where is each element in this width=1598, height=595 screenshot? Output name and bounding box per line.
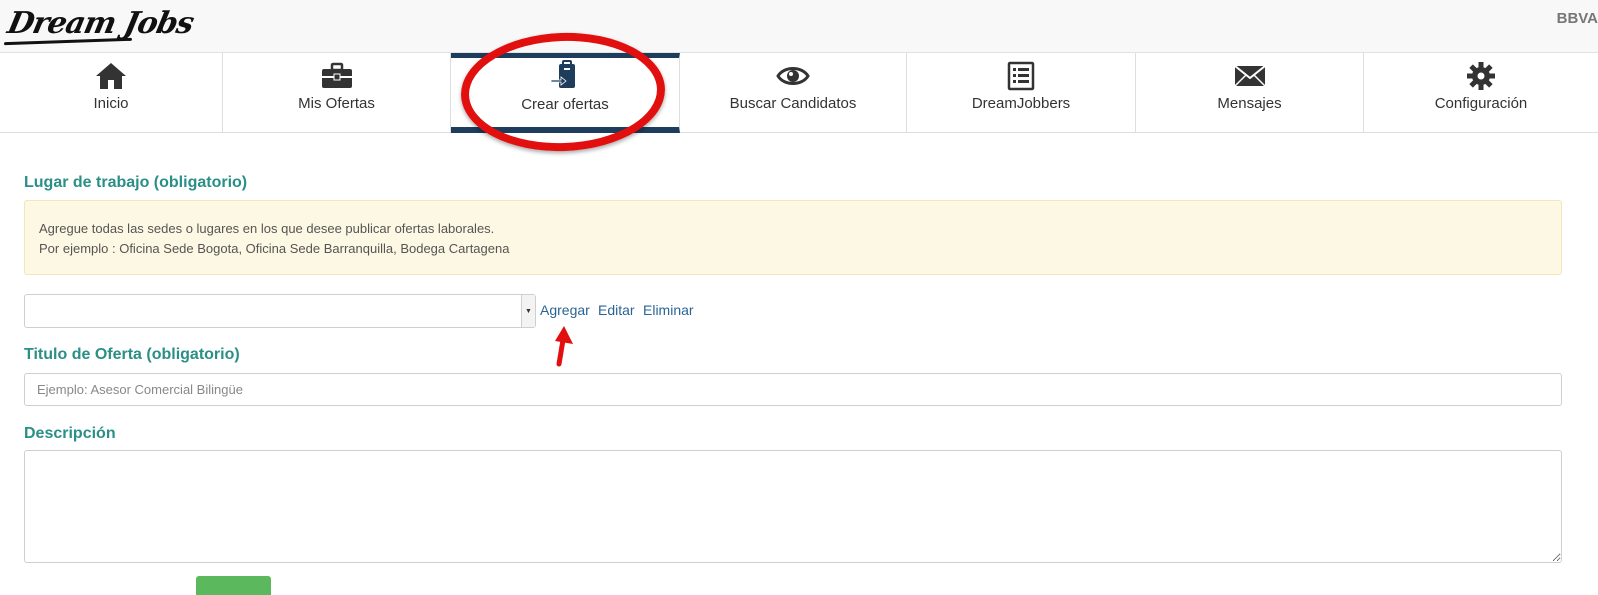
logo[interactable]: Dream Jobs [4,6,196,41]
nav-item-mensajes[interactable]: Mensajes [1136,53,1364,133]
offer-title-heading: Titulo de Oferta (obligatorio) [24,346,240,363]
nav-label: Crear ofertas [521,96,609,113]
main-nav: Inicio Mis Ofertas Crear ofertas Buscar … [0,53,1598,133]
nav-label: Mensajes [1217,95,1282,112]
envelope-icon [1136,61,1363,91]
info-line-2: Por ejemplo : Oficina Sede Bogota, Ofici… [39,241,510,256]
list-icon [907,61,1135,91]
editor-button[interactable] [196,576,271,595]
description-textarea[interactable] [24,450,1562,563]
nav-item-mis-ofertas[interactable]: Mis Ofertas [223,53,451,133]
nav-label: Configuración [1434,95,1528,112]
workplace-select[interactable]: ▼ [24,294,536,328]
home-icon [0,61,222,91]
delete-workplace-link[interactable]: Eliminar [643,302,694,318]
nav-label: Mis Ofertas [298,95,375,112]
offer-title-input[interactable] [24,373,1562,406]
create-offer-icon [451,60,679,91]
workplace-info-alert: Agregue todas las sedes o lugares en los… [24,200,1562,275]
top-bar: Dream Jobs BBVA [0,0,1598,53]
nav-item-dreamjobbers[interactable]: DreamJobbers [907,53,1136,133]
gear-icon [1364,61,1598,91]
nav-item-configuracion[interactable]: Configuración [1364,53,1598,133]
chevron-down-icon[interactable]: ▼ [521,295,535,327]
briefcase-icon [223,61,450,91]
eye-icon [680,61,906,91]
annotation-arrow-icon [555,326,573,367]
nav-label: DreamJobbers [971,95,1071,112]
nav-item-buscar-candidatos[interactable]: Buscar Candidatos [680,53,907,133]
nav-item-crear-ofertas[interactable]: Crear ofertas [451,53,680,133]
nav-label: Buscar Candidatos [729,95,857,112]
edit-workplace-link[interactable]: Editar [598,302,635,318]
workplace-title: Lugar de trabajo (obligatorio) [24,174,248,191]
nav-item-inicio[interactable]: Inicio [0,53,223,133]
nav-label: Inicio [93,95,129,112]
description-heading: Descripción [24,425,116,442]
add-workplace-link[interactable]: Agregar [540,302,590,318]
info-line-1: Agregue todas las sedes o lugares en los… [39,221,495,236]
account-name[interactable]: BBVA [1557,10,1598,27]
